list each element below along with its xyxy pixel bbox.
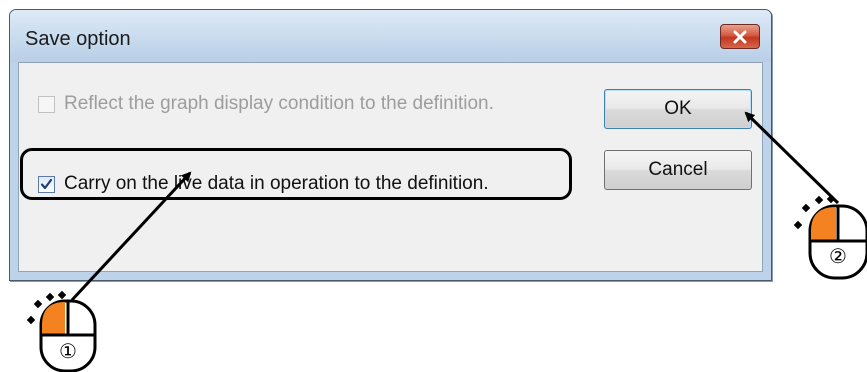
reflect-graph-label: Reflect the graph display condition to t… — [64, 93, 494, 114]
highlight-box-option-2 — [20, 148, 572, 200]
step-2-badge: ② — [829, 244, 847, 268]
ok-button[interactable]: OK — [604, 89, 752, 129]
title-bar[interactable]: Save option — [10, 10, 771, 62]
close-button[interactable] — [720, 24, 760, 49]
cancel-button[interactable]: Cancel — [604, 150, 752, 190]
option-reflect-graph-condition[interactable]: Reflect the graph display condition to t… — [38, 93, 494, 115]
save-option-dialog: Save option Reflect the graph display co… — [9, 9, 772, 281]
step-1-badge: ① — [59, 339, 77, 363]
dialog-title: Save option — [25, 28, 131, 50]
reflect-graph-checkbox[interactable] — [38, 95, 55, 113]
close-x-icon — [733, 30, 747, 43]
